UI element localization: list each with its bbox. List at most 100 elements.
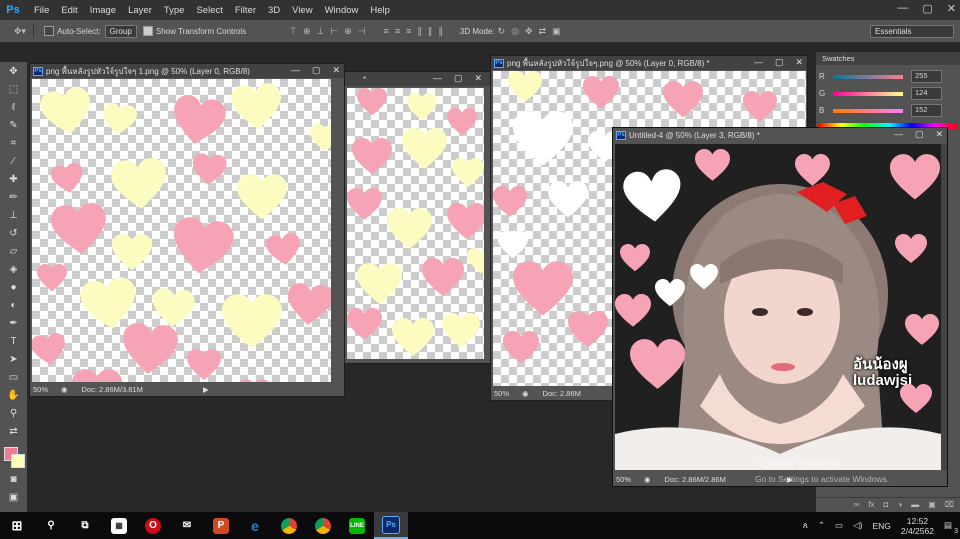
line-button[interactable]: LINE xyxy=(340,512,374,539)
menu-item-select[interactable]: Select xyxy=(190,5,228,16)
maximize-icon[interactable]: ▢ xyxy=(312,65,321,76)
start-button[interactable]: ⊞ xyxy=(0,512,34,539)
stamp-tool-icon[interactable]: ⊥ xyxy=(0,206,27,224)
quick-select-tool-icon[interactable]: ✎ xyxy=(0,116,27,134)
store-button[interactable]: ▦ xyxy=(102,512,136,539)
doc4-titlebar[interactable]: Ps Untitled-4 @ 50% (Layer 3, RGB/8) * —… xyxy=(613,128,947,142)
doc4-scrollbar[interactable] xyxy=(941,144,947,470)
history-brush-icon[interactable]: ↺ xyxy=(0,224,27,242)
close-button[interactable]: ✕ xyxy=(947,2,956,15)
minimize-icon[interactable]: — xyxy=(754,57,763,68)
minimize-icon[interactable]: — xyxy=(433,73,442,84)
show-transform-checkbox[interactable] xyxy=(142,26,153,36)
chevron-up-icon[interactable]: ⌃ xyxy=(818,520,825,531)
doc4-canvas[interactable]: อันน้องผู ludawjsi xyxy=(615,144,941,470)
pen-tool-icon[interactable]: ✒ xyxy=(0,314,27,332)
blue-value[interactable]: 152 xyxy=(911,104,942,117)
chrome-button-2[interactable] xyxy=(306,512,340,539)
paint-bucket-icon[interactable]: ◈ xyxy=(0,260,27,278)
trash-icon[interactable]: ⌧ xyxy=(945,500,954,509)
fx-icon[interactable]: fx xyxy=(868,500,874,509)
menu-item-layer[interactable]: Layer xyxy=(122,5,158,16)
red-value[interactable]: 255 xyxy=(911,70,942,83)
menu-item-edit[interactable]: Edit xyxy=(55,5,83,16)
minimize-button[interactable]: — xyxy=(897,2,908,15)
chrome-button[interactable] xyxy=(272,512,306,539)
task-view-button[interactable]: ⧉ xyxy=(68,512,102,539)
close-icon[interactable]: ✕ xyxy=(332,65,340,76)
swatches-tab[interactable]: Swatches xyxy=(816,52,960,65)
maximize-button[interactable]: ▢ xyxy=(922,2,932,15)
move-tool-icon[interactable]: ✥ xyxy=(0,62,27,80)
menu-item-image[interactable]: Image xyxy=(84,5,122,16)
menu-item-view[interactable]: View xyxy=(286,5,318,16)
marquee-tool-icon[interactable]: ⬚ xyxy=(0,80,27,98)
auto-select-checkbox[interactable] xyxy=(44,26,55,36)
powerpoint-button[interactable]: P xyxy=(204,512,238,539)
green-slider-track[interactable] xyxy=(833,91,903,96)
brush-tool-icon[interactable]: ✏ xyxy=(0,188,27,206)
menu-item-window[interactable]: Window xyxy=(319,5,365,16)
doc3-titlebar[interactable]: Ps png พื้นหลังรูปหัวใจ์รูปใจๆ.png @ 50%… xyxy=(491,56,807,70)
maximize-icon[interactable]: ▢ xyxy=(454,73,463,84)
doc2-titlebar[interactable]: * — ▢ ✕ xyxy=(341,72,490,86)
swap-colors-icon[interactable]: ⇄ xyxy=(0,422,27,440)
minimize-icon[interactable]: — xyxy=(291,65,300,76)
doc2-canvas[interactable] xyxy=(347,88,484,359)
hand-tool-icon[interactable]: ✋ xyxy=(0,386,27,404)
photoshop-button[interactable]: Ps xyxy=(374,512,408,539)
menu-item-3d[interactable]: 3D xyxy=(262,5,286,16)
crop-tool-icon[interactable]: ⌗ xyxy=(0,134,27,152)
language-indicator[interactable]: ENG xyxy=(872,521,890,531)
type-tool-icon[interactable]: T xyxy=(0,332,27,350)
healing-tool-icon[interactable]: ✚ xyxy=(0,170,27,188)
green-slider[interactable]: G 124 xyxy=(816,85,960,102)
document-window-4[interactable]: Ps Untitled-4 @ 50% (Layer 3, RGB/8) * —… xyxy=(612,127,948,487)
new-layer-icon[interactable]: ▣ xyxy=(928,500,936,509)
menu-item-type[interactable]: Type xyxy=(158,5,191,16)
blur-tool-icon[interactable]: ● xyxy=(0,278,27,296)
mail-button[interactable]: ✉ xyxy=(170,512,204,539)
document-window-2[interactable]: * — ▢ ✕ xyxy=(340,71,491,364)
doc3-zoom[interactable]: 50% xyxy=(491,389,522,398)
folder-icon[interactable]: ▬ xyxy=(911,500,919,509)
people-icon[interactable]: ጰ xyxy=(803,520,808,531)
network-icon[interactable]: ▭ xyxy=(835,520,843,531)
close-icon[interactable]: ✕ xyxy=(474,73,482,84)
mask-icon[interactable]: ◘ xyxy=(884,500,889,509)
red-slider-track[interactable] xyxy=(833,74,903,79)
align-icons[interactable]: ⊤ ⊕ ⊥ ⊢ ⊕ ⊣ xyxy=(286,26,368,37)
volume-icon[interactable]: ◁) xyxy=(853,520,862,531)
screen-mode-icon[interactable]: ▣ xyxy=(0,488,27,506)
edge-button[interactable]: e xyxy=(238,512,272,539)
close-icon[interactable]: ✕ xyxy=(795,57,803,68)
workspace-dropdown[interactable]: Essentials xyxy=(870,24,954,38)
doc1-titlebar[interactable]: Ps png พื้นหลังรูปหัวใจ์รูปใจๆ 1.png @ 5… xyxy=(30,64,344,78)
eyedropper-tool-icon[interactable]: ⁄ xyxy=(0,152,27,170)
expand-arrow-icon[interactable]: ▶ xyxy=(203,385,209,394)
doc1-zoom[interactable]: 50% xyxy=(30,385,61,394)
maximize-icon[interactable]: ▢ xyxy=(915,129,924,140)
eraser-tool-icon[interactable]: ▱ xyxy=(0,242,27,260)
document-window-1[interactable]: Ps png พื้นหลังรูปหัวใจ์รูปใจๆ 1.png @ 5… xyxy=(29,63,345,397)
auto-select-dropdown[interactable]: Group xyxy=(104,24,137,38)
close-icon[interactable]: ✕ xyxy=(935,129,943,140)
minimize-icon[interactable]: — xyxy=(894,129,903,140)
path-select-icon[interactable]: ➤ xyxy=(0,350,27,368)
blue-slider-track[interactable] xyxy=(833,108,903,113)
zoom-tool-icon[interactable]: ⚲ xyxy=(0,404,27,422)
menu-item-file[interactable]: File xyxy=(28,5,55,16)
red-slider[interactable]: R 255 xyxy=(816,68,960,85)
link-icon[interactable]: ∞ xyxy=(854,500,860,509)
3d-mode-icons[interactable]: ↻ ◎ ✥ ⇄ ▣ xyxy=(495,26,564,37)
distribute-icons[interactable]: ≡ ≡ ≡ ∥ ∥ ∥ xyxy=(381,26,446,37)
doc1-canvas[interactable] xyxy=(32,79,331,383)
shape-tool-icon[interactable]: ▭ xyxy=(0,368,27,386)
adjustment-icon[interactable]: ◑ xyxy=(897,500,902,509)
lasso-tool-icon[interactable]: ℓ xyxy=(0,98,27,116)
background-color[interactable] xyxy=(11,454,25,468)
opera-button[interactable]: O xyxy=(136,512,170,539)
clock[interactable]: 12:52 2/4/2562 xyxy=(901,516,934,536)
notification-icon[interactable]: ▤ 3 xyxy=(944,520,958,535)
menu-item-help[interactable]: Help xyxy=(364,5,396,16)
